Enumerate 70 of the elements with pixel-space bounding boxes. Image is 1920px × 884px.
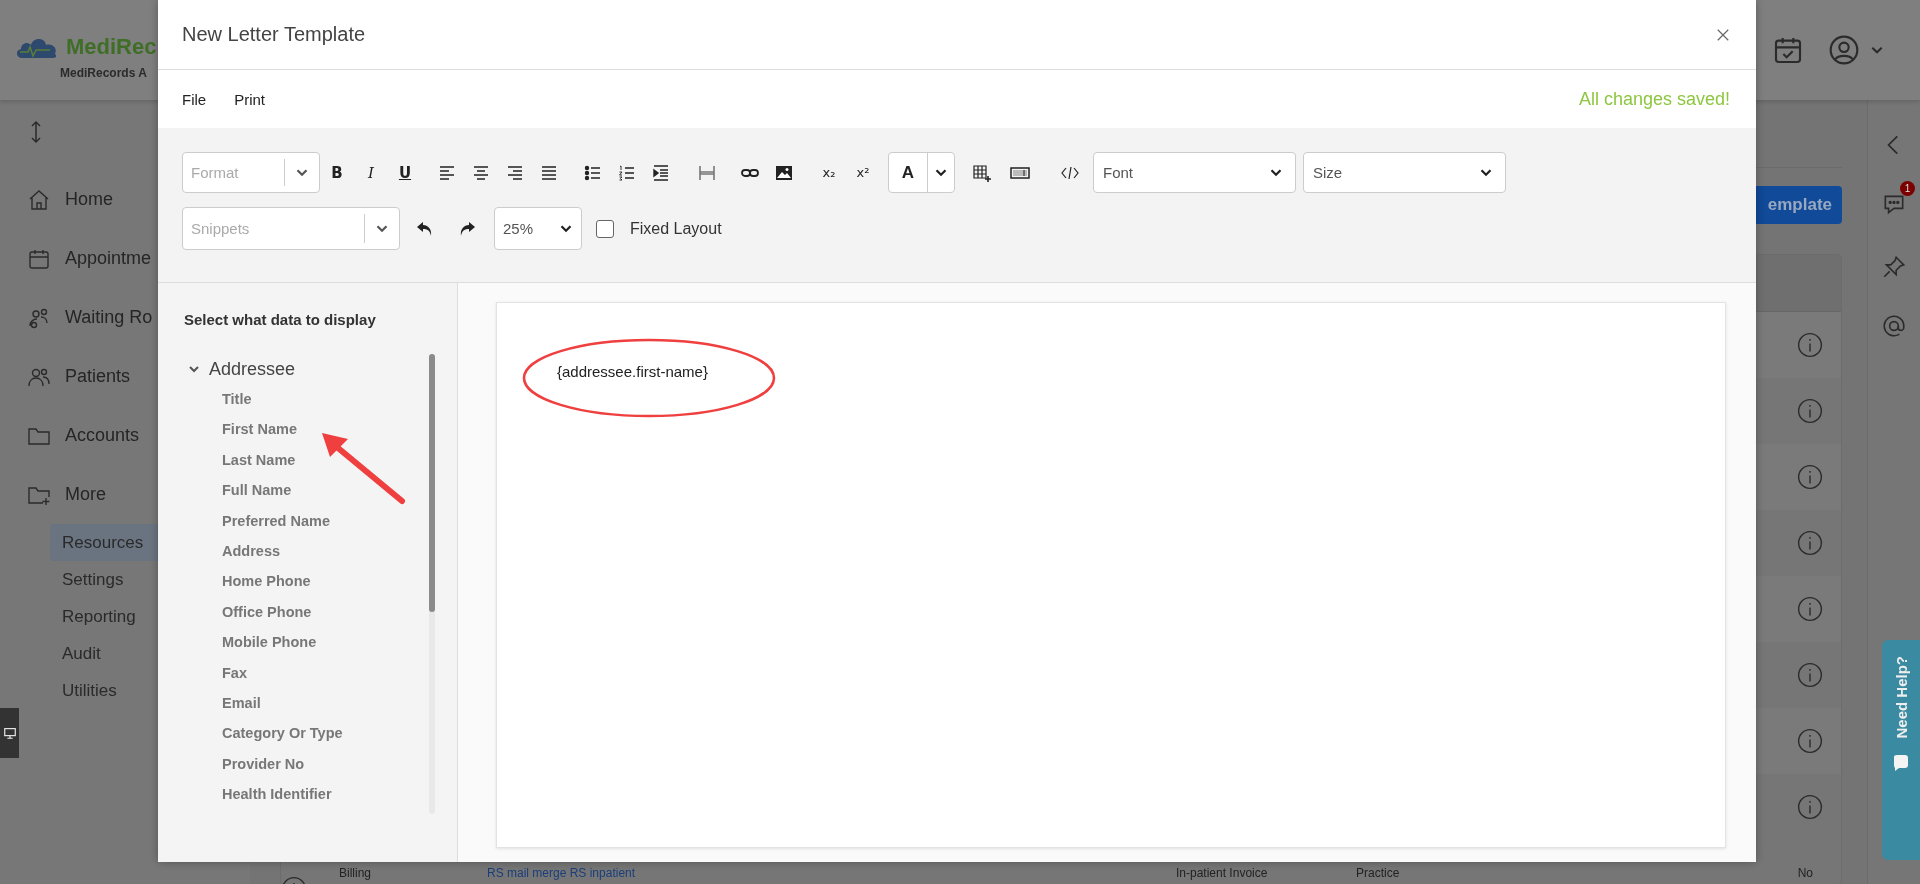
- fixed-layout-label[interactable]: Fixed Layout: [630, 219, 722, 238]
- template-link[interactable]: RS mail merge RS inpatient: [487, 866, 1176, 884]
- menu-item[interactable]: Print: [234, 90, 265, 108]
- info-icon[interactable]: [1797, 398, 1823, 424]
- document-page[interactable]: {addressee.first-name}: [496, 302, 1726, 848]
- at-sign-icon[interactable]: [1881, 313, 1907, 339]
- size-select[interactable]: Size: [1303, 152, 1506, 193]
- dialog-title: New Letter Template: [182, 23, 366, 46]
- table-plus-icon: [972, 162, 992, 183]
- info-icon[interactable]: [1797, 728, 1823, 754]
- data-field-item[interactable]: First Name: [184, 414, 429, 445]
- data-field-item[interactable]: Last Name: [184, 444, 429, 476]
- side-tab[interactable]: [0, 708, 19, 758]
- expand-vertical-icon[interactable]: [30, 120, 42, 144]
- merge-field-text: {addressee.first-name}: [557, 363, 708, 380]
- info-icon[interactable]: [1797, 794, 1823, 820]
- chevron-down-icon: [1269, 168, 1283, 177]
- table-cell-text: Practice: [1356, 866, 1401, 882]
- data-field-item[interactable]: Provider No: [184, 748, 429, 780]
- zoom-select[interactable]: 25%: [494, 207, 582, 250]
- info-icon[interactable]: [1797, 530, 1823, 556]
- fixed-layout-checkbox[interactable]: [596, 219, 614, 238]
- info-icon[interactable]: [1797, 332, 1823, 358]
- data-field-item[interactable]: Email: [184, 687, 429, 719]
- close-icon[interactable]: [1716, 27, 1730, 42]
- underline-button[interactable]: U: [388, 155, 422, 190]
- need-help-tab[interactable]: Need Help?: [1882, 640, 1920, 860]
- info-icon[interactable]: [1797, 596, 1823, 622]
- subscript-button[interactable]: x₂: [812, 155, 846, 190]
- brand-name: MediRec: [66, 34, 157, 60]
- chevron-down-icon: [1479, 168, 1493, 177]
- bold-button[interactable]: B: [320, 155, 354, 190]
- panel-heading: Select what data to display: [184, 311, 377, 328]
- data-field-item[interactable]: Office Phone: [184, 596, 429, 628]
- table-cell-text: In-patient Invoice: [1176, 866, 1269, 882]
- text-color-button[interactable]: A: [888, 152, 955, 193]
- indent-icon: [651, 162, 671, 183]
- speech-bubble-icon: [1891, 752, 1911, 773]
- info-icon[interactable]: [1797, 464, 1823, 490]
- superscript-button[interactable]: x²: [846, 155, 880, 190]
- chevron-down-icon: [375, 224, 389, 233]
- table-cell-text: No: [1797, 866, 1813, 882]
- notification-badge: 1: [1900, 181, 1915, 196]
- data-field-item[interactable]: Title: [184, 384, 429, 415]
- data-field-item[interactable]: Health Identifier: [184, 779, 429, 810]
- save-status: All changes saved!: [1578, 88, 1730, 110]
- chevron-icon: [188, 365, 200, 373]
- data-field-item[interactable]: Home Phone: [184, 566, 429, 597]
- chevron-down-icon: [295, 168, 309, 177]
- pin-icon[interactable]: [1881, 254, 1907, 280]
- snippets-select[interactable]: Snippets: [182, 207, 400, 250]
- format-select[interactable]: Format: [182, 152, 320, 193]
- user-avatar-icon[interactable]: [1828, 34, 1860, 66]
- chevron-down-icon: [934, 168, 948, 177]
- italic-button[interactable]: I: [354, 155, 388, 190]
- numbered-list-icon: [617, 162, 637, 183]
- caret-icon[interactable]: [1870, 45, 1884, 55]
- chevron-down-icon: [559, 224, 573, 233]
- monitor-icon: [2, 726, 17, 740]
- data-field-item[interactable]: Full Name: [184, 475, 429, 506]
- menu-item[interactable]: File: [182, 90, 207, 108]
- table-cell-text: Billing: [339, 866, 372, 882]
- font-select[interactable]: Font: [1093, 152, 1296, 193]
- tree-group[interactable]: Addressee: [184, 354, 429, 384]
- data-field-item[interactable]: Mobile Phone: [184, 627, 429, 658]
- practice-name: MediRecords A: [60, 66, 148, 80]
- scrollbar-thumb[interactable]: [429, 354, 435, 612]
- data-field-item[interactable]: Fax: [184, 657, 429, 688]
- data-field-item[interactable]: Category Or Type: [184, 718, 429, 749]
- info-icon[interactable]: [1797, 662, 1823, 688]
